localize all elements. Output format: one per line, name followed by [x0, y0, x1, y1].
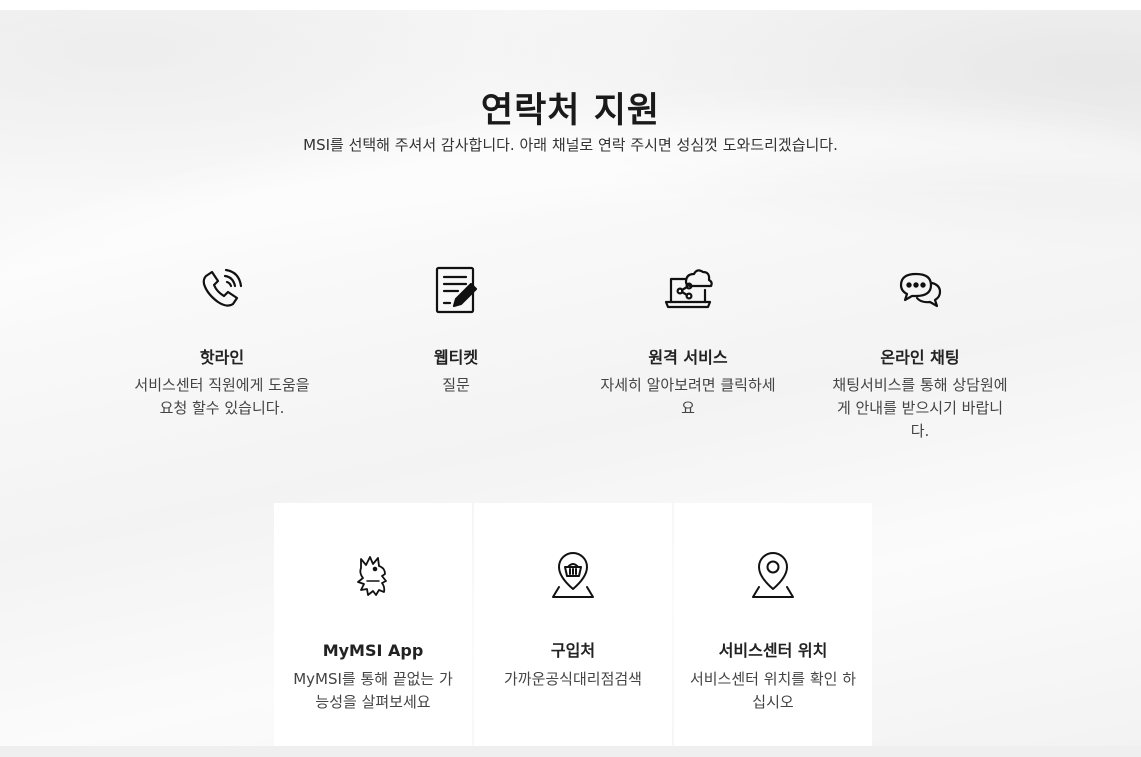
card-description: 가까운공식대리점검색 [503, 670, 642, 688]
page-title: 연락처 지원 [480, 91, 661, 131]
service-title: 원격 서비스 [648, 348, 728, 367]
card-description: 서비스센터 위치를 확인 하십시오 [689, 670, 857, 711]
page-subtitle: MSI를 선택해 주셔서 감사합니다. 아래 채널로 연락 주시면 성심껏 도와… [303, 136, 838, 154]
service-title: 온라인 채팅 [880, 348, 960, 367]
service-title: 웹티켓 [433, 348, 479, 367]
card-service-center-location[interactable]: 서비스센터 위치 서비스센터 위치를 확인 하십시오 [674, 503, 872, 746]
service-webticket[interactable]: 웹티켓 질문 [361, 262, 551, 397]
msi-dragon-icon [357, 556, 387, 596]
service-description: 채팅서비스를 통해 상담원에게 안내를 받으시기 바랍니다. [832, 376, 1008, 440]
card-title: 서비스센터 위치 [718, 641, 828, 660]
service-title: 핫라인 [199, 348, 245, 367]
card-title: 구입처 [550, 641, 596, 660]
card-description: MyMSI를 통해 끝없는 가능성을 살펴보세요 [293, 670, 453, 711]
card-purchase-location[interactable]: 구입처 가까운공식대리점검색 [474, 503, 672, 746]
top-border [0, 0, 1141, 10]
map-pin-icon [752, 552, 794, 598]
bottom-strip [0, 746, 1141, 757]
service-description: 질문 [442, 376, 470, 394]
service-online-chat[interactable]: 온라인 채팅 채팅서비스를 통해 상담원에게 안내를 받으시기 바랍니다. [825, 262, 1015, 443]
chat-icon [899, 272, 942, 308]
shop-location-icon [552, 552, 594, 598]
card-mymsi-app[interactable]: MyMSI App MyMSI를 통해 끝없는 가능성을 살펴보세요 [274, 503, 472, 746]
ticket-edit-icon [435, 266, 478, 314]
remote-service-icon [664, 269, 713, 309]
service-remote[interactable]: 원격 서비스 자세히 알아보려면 클릭하세요 [593, 262, 783, 420]
service-description: 자세히 알아보려면 클릭하세요 [600, 376, 776, 417]
phone-icon [202, 268, 243, 307]
service-hotline[interactable]: 핫라인 서비스센터 직원에게 도움을 요청 할수 있습니다. [127, 262, 317, 420]
card-title: MyMSI App [322, 641, 424, 660]
service-description: 서비스센터 직원에게 도움을 요청 할수 있습니다. [134, 376, 310, 417]
